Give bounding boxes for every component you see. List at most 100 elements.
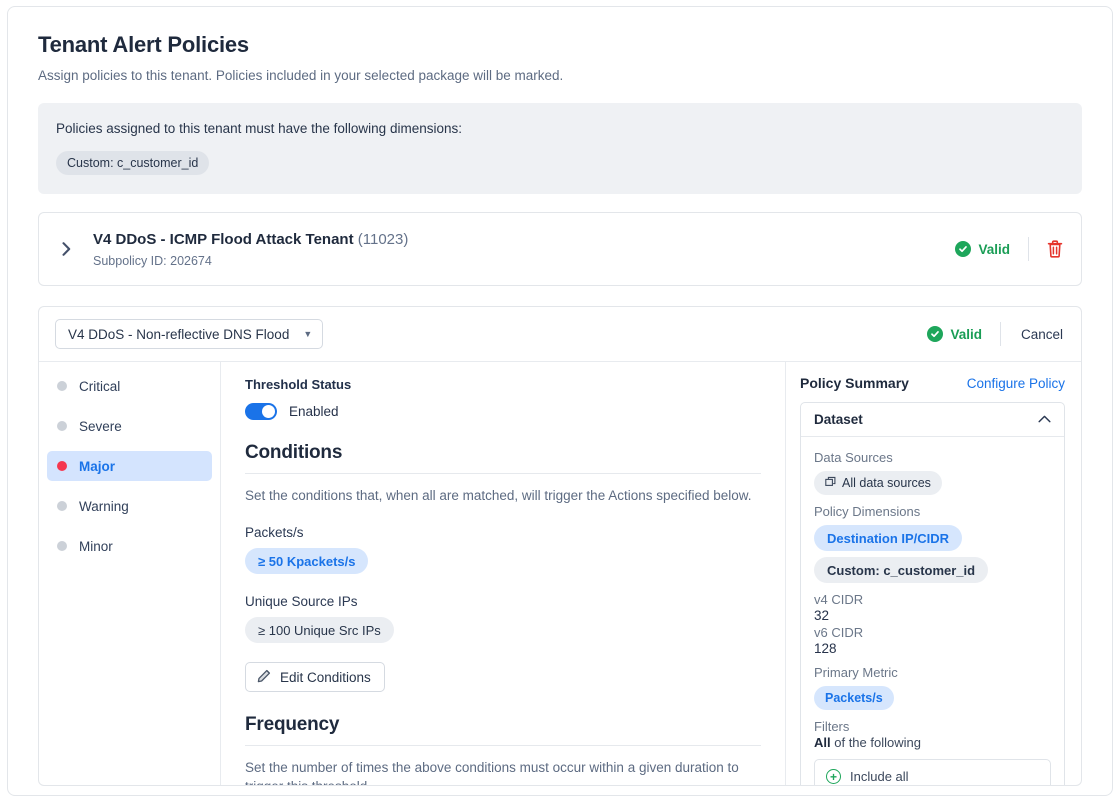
primary-metric-chip: Packets/s	[814, 686, 894, 710]
condition-chip-wrap: ≥ 50 Kpackets/s	[245, 548, 761, 574]
divider	[1028, 237, 1029, 261]
dimension-chip-custom: Custom: c_customer_id	[814, 557, 988, 583]
toggle-label: Enabled	[289, 404, 339, 419]
page-content: Tenant Alert Policies Assign policies to…	[8, 7, 1112, 786]
summary-title: Policy Summary	[800, 375, 909, 391]
severity-list: Critical Severe Major Warning	[39, 362, 221, 786]
data-sources-label: Data Sources	[814, 450, 1051, 465]
chevron-up-icon[interactable]	[1038, 414, 1051, 426]
divider	[245, 745, 761, 746]
conditions-heading: Conditions	[245, 442, 761, 464]
filters-match-mode-value: All	[814, 735, 831, 750]
v4-cidr-label: v4 CIDR	[814, 592, 1051, 607]
dataset-card-header[interactable]: Dataset	[801, 403, 1064, 437]
required-dimension-chip: Custom: c_customer_id	[56, 151, 209, 175]
dataset-summary-card: Dataset Data Sources	[800, 402, 1065, 786]
policy-row[interactable]: V4 DDoS - ICMP Flood Attack Tenant (1102…	[38, 212, 1082, 286]
summary-header: Policy Summary Configure Policy	[800, 375, 1065, 391]
toggle-knob	[262, 405, 275, 418]
threshold-enabled-toggle[interactable]	[245, 403, 277, 420]
policy-info: V4 DDoS - ICMP Flood Attack Tenant (1102…	[93, 230, 955, 268]
sidebar-item-minor[interactable]: Minor	[47, 531, 212, 561]
layers-icon	[825, 476, 837, 491]
page-title: Tenant Alert Policies	[38, 31, 1082, 59]
notice-text: Policies assigned to this tenant must ha…	[56, 120, 1064, 138]
severity-label: Major	[79, 459, 115, 474]
condition-chip-unique-src-ips: ≥ 100 Unique Src IPs	[245, 617, 394, 643]
edit-conditions-button[interactable]: Edit Conditions	[245, 662, 385, 692]
primary-metric-chip-row: Packets/s	[814, 686, 1051, 710]
editor-header: V4 DDoS - Non-reflective DNS Flood ▼ Val…	[39, 307, 1081, 361]
data-sources-chip: All data sources	[814, 471, 942, 495]
severity-dot-icon	[57, 501, 67, 511]
chevron-down-icon: ▼	[303, 330, 312, 339]
severity-label: Critical	[79, 379, 120, 394]
editor-body: Critical Severe Major Warning	[39, 361, 1081, 786]
policy-id: (11023)	[358, 231, 409, 248]
policy-select[interactable]: V4 DDoS - Non-reflective DNS Flood ▼	[55, 319, 323, 349]
page-card: Tenant Alert Policies Assign policies to…	[7, 6, 1113, 796]
primary-metric-label: Primary Metric	[814, 665, 1051, 680]
editor-status-label: Valid	[950, 327, 982, 342]
condition-label-unique-src-ips: Unique Source IPs	[245, 594, 761, 609]
editor-header-actions: Valid Cancel	[927, 322, 1065, 346]
sidebar-item-major[interactable]: Major	[47, 451, 212, 481]
dimension-chip-row: Custom: c_customer_id	[814, 557, 1051, 583]
dimension-requirement-notice: Policies assigned to this tenant must ha…	[38, 103, 1082, 194]
divider	[245, 473, 761, 474]
v6-cidr-label: v6 CIDR	[814, 625, 1051, 640]
divider	[1000, 322, 1001, 346]
severity-label: Minor	[79, 539, 113, 554]
severity-label: Severe	[79, 419, 122, 434]
severity-dot-icon	[57, 461, 67, 471]
condition-label-packets: Packets/s	[245, 525, 761, 540]
data-sources-chip-label: All data sources	[842, 477, 931, 490]
policy-select-value: V4 DDoS - Non-reflective DNS Flood	[68, 327, 289, 342]
filters-match-mode-rest: of the following	[831, 735, 921, 750]
threshold-status-label: Threshold Status	[245, 377, 761, 392]
include-all-filter-row[interactable]: + Include all	[814, 759, 1051, 786]
severity-dot-icon	[57, 381, 67, 391]
severity-dot-icon	[57, 421, 67, 431]
condition-chip-wrap: ≥ 100 Unique Src IPs	[245, 617, 761, 643]
trash-icon[interactable]	[1047, 240, 1063, 258]
conditions-description: Set the conditions that, when all are ma…	[245, 486, 761, 505]
chevron-right-icon[interactable]	[53, 236, 79, 262]
include-all-label: Include all	[850, 769, 909, 784]
pencil-icon	[257, 669, 271, 686]
policy-dimensions-label: Policy Dimensions	[814, 504, 1051, 519]
page-subtitle: Assign policies to this tenant. Policies…	[38, 67, 1082, 85]
sidebar-item-severe[interactable]: Severe	[47, 411, 212, 441]
condition-chip-packets: ≥ 50 Kpackets/s	[245, 548, 368, 574]
dataset-card-body: Data Sources All data so	[801, 437, 1064, 786]
v6-cidr-value: 128	[814, 641, 1051, 656]
configure-policy-link[interactable]: Configure Policy	[967, 376, 1065, 391]
policy-editor-card: V4 DDoS - Non-reflective DNS Flood ▼ Val…	[38, 306, 1082, 786]
policy-name: V4 DDoS - ICMP Flood Attack Tenant	[93, 231, 354, 248]
check-circle-icon	[927, 326, 943, 342]
sidebar-item-critical[interactable]: Critical	[47, 371, 212, 401]
dimension-chip-row: Destination IP/CIDR	[814, 525, 1051, 551]
edit-conditions-label: Edit Conditions	[280, 670, 371, 685]
sidebar-item-warning[interactable]: Warning	[47, 491, 212, 521]
policy-name-line: V4 DDoS - ICMP Flood Attack Tenant (1102…	[93, 230, 955, 250]
policy-summary-pane: Policy Summary Configure Policy Dataset	[785, 362, 1081, 786]
threshold-status-row: Enabled	[245, 403, 761, 420]
plus-circle-icon: +	[826, 769, 841, 784]
cancel-button[interactable]: Cancel	[1019, 325, 1065, 344]
severity-dot-icon	[57, 541, 67, 551]
dimension-chip-destination-ip: Destination IP/CIDR	[814, 525, 962, 551]
check-circle-icon	[955, 241, 971, 257]
v4-cidr-value: 32	[814, 608, 1051, 623]
subpolicy-id: Subpolicy ID: 202674	[93, 254, 955, 268]
frequency-heading: Frequency	[245, 714, 761, 736]
notice-chip-wrap: Custom: c_customer_id	[56, 151, 1064, 175]
data-sources-chip-row: All data sources	[814, 471, 1051, 495]
policy-status-badge: Valid	[955, 241, 1010, 257]
severity-label: Warning	[79, 499, 129, 514]
threshold-main-pane: Threshold Status Enabled Conditions Set …	[221, 362, 785, 786]
dataset-card-title: Dataset	[814, 412, 863, 427]
filters-match-mode: All of the following	[814, 735, 1051, 750]
editor-status-badge: Valid	[927, 326, 982, 342]
filters-label: Filters	[814, 719, 1051, 734]
